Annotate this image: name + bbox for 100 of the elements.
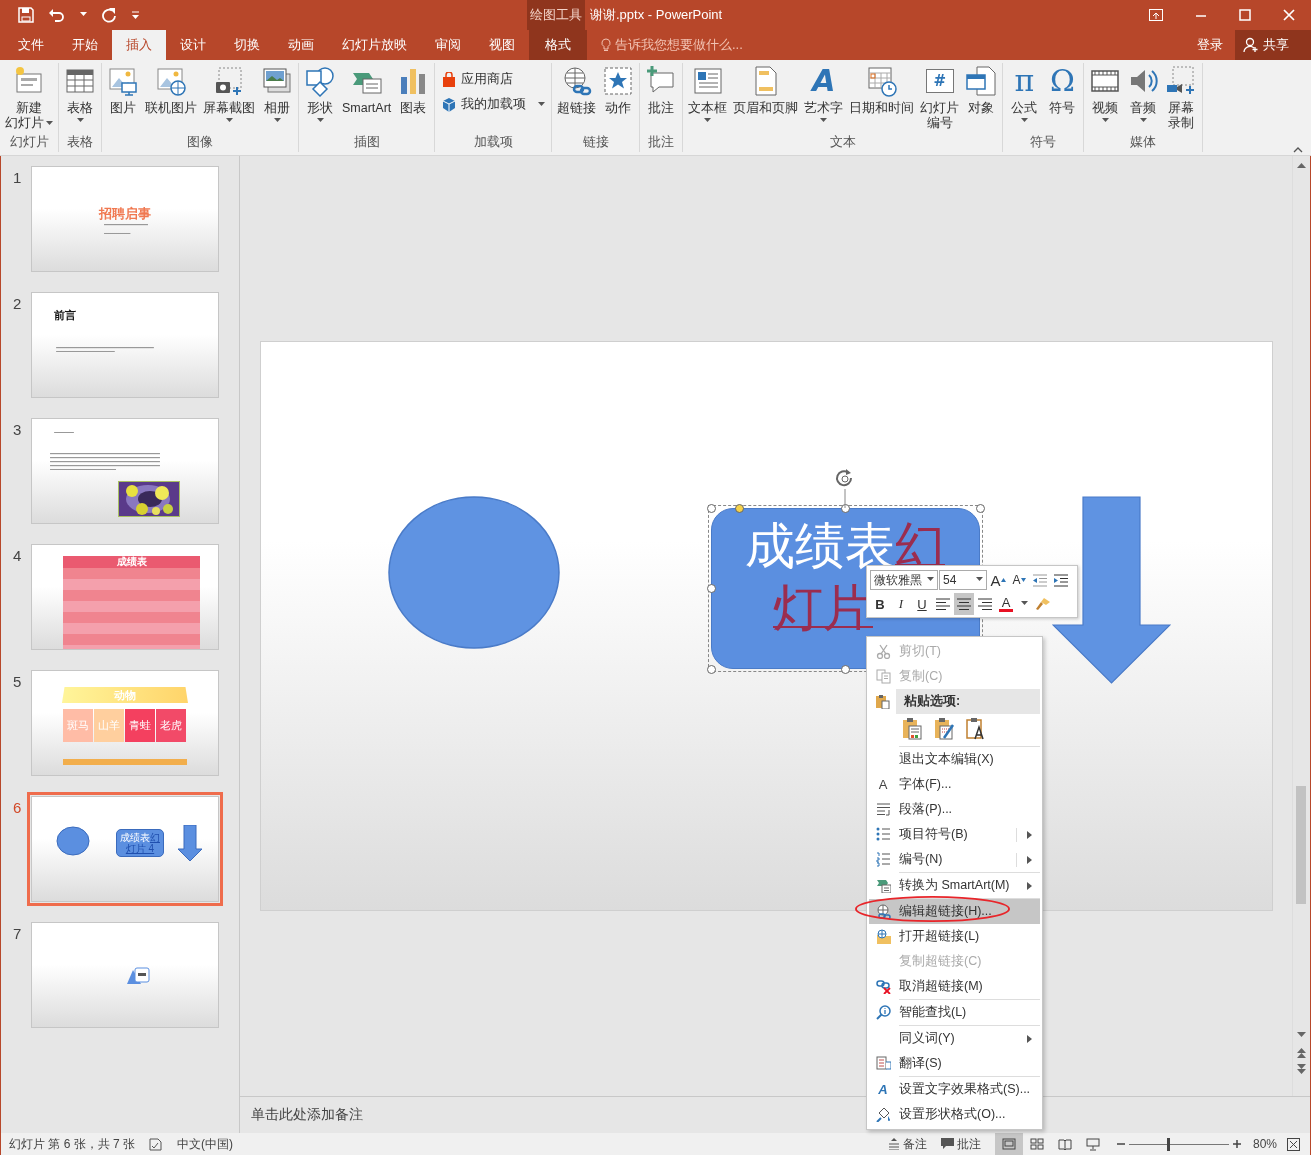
menu-item[interactable]: 项目符号(B): [869, 822, 1040, 847]
menu-item[interactable]: 打开超链接(L): [869, 924, 1040, 949]
scroll-down-icon[interactable]: [1297, 1032, 1306, 1038]
ribbon-button[interactable]: 相册: [258, 63, 296, 124]
adjust-handle[interactable]: [734, 504, 744, 513]
save-icon[interactable]: [18, 7, 34, 23]
language-indicator[interactable]: 中文(中国): [177, 1135, 234, 1153]
font-size-field[interactable]: 54: [939, 570, 987, 590]
text-box-icon: [691, 65, 724, 97]
paste-destination-icon[interactable]: [933, 717, 955, 740]
sign-in-link[interactable]: 登录: [1185, 30, 1235, 60]
close-icon[interactable]: [1283, 9, 1295, 21]
ribbon-tab[interactable]: 文件: [4, 30, 58, 60]
outdent-icon: [1032, 573, 1048, 587]
ribbon-button[interactable]: 屏幕截图: [200, 63, 258, 124]
share-button[interactable]: 共享: [1235, 30, 1311, 60]
ribbon-tab[interactable]: 幻灯片放映: [328, 30, 421, 60]
ribbon-button[interactable]: 表格: [61, 63, 99, 124]
previous-slide-icon[interactable]: [1297, 1048, 1306, 1058]
ribbon-button[interactable]: A 艺术字: [801, 63, 847, 124]
resize-handle[interactable]: [706, 665, 716, 674]
ribbon-display-icon[interactable]: [1149, 9, 1163, 21]
collapse-ribbon-icon[interactable]: [1293, 147, 1303, 153]
undo-icon[interactable]: [48, 7, 64, 23]
scroll-up-icon[interactable]: [1297, 162, 1306, 168]
ribbon-button[interactable]: 文本框: [685, 63, 731, 124]
notes-button[interactable]: 备注: [887, 1135, 927, 1153]
italic-button[interactable]: I: [891, 593, 911, 615]
ribbon-button[interactable]: 超链接: [554, 63, 600, 118]
resize-handle[interactable]: [975, 504, 985, 513]
ribbon-button[interactable]: 对象: [962, 63, 1001, 118]
next-slide-icon[interactable]: [1297, 1064, 1306, 1074]
menu-item[interactable]: 翻译(S): [869, 1051, 1040, 1076]
scrollbar-thumb[interactable]: [1296, 786, 1306, 904]
slide-number: 2: [12, 296, 23, 312]
paste-text-only-icon[interactable]: [965, 717, 987, 740]
fit-to-window-icon[interactable]: [1287, 1137, 1300, 1151]
menu-item[interactable]: 退出文本编辑(X): [869, 747, 1040, 772]
menu-item[interactable]: 编号(N): [869, 847, 1040, 872]
align-center-button[interactable]: [954, 593, 974, 615]
menu-section-header: 粘贴选项:: [896, 689, 1040, 714]
paste-keep-format-icon[interactable]: [901, 717, 923, 740]
ribbon-tab[interactable]: 视图: [475, 30, 529, 60]
ribbon-tab[interactable]: 审阅: [421, 30, 475, 60]
redo-icon[interactable]: [101, 7, 117, 23]
shape-drawing: [127, 966, 151, 986]
ribbon-button[interactable]: 批注: [642, 63, 681, 118]
maximize-icon[interactable]: [1239, 9, 1251, 21]
zoom-level[interactable]: 80%: [1252, 1137, 1277, 1151]
ribbon-tab[interactable]: 切换: [220, 30, 274, 60]
ribbon-button[interactable]: 应用商店: [441, 71, 546, 88]
ribbon-button[interactable]: 动作: [599, 63, 638, 118]
resize-handle[interactable]: [840, 504, 850, 513]
ribbon-button[interactable]: 我的加载项: [441, 96, 546, 113]
menu-item[interactable]: A 字体(F)...: [869, 772, 1040, 797]
ribbon-button[interactable]: 图片: [104, 63, 142, 118]
resize-handle[interactable]: [706, 504, 716, 513]
ribbon-button[interactable]: 视频: [1086, 63, 1125, 124]
zoom-out-icon[interactable]: [1116, 1140, 1125, 1148]
font-field[interactable]: 微软雅黑: [870, 570, 938, 590]
menu-item[interactable]: 段落(P)...: [869, 797, 1040, 822]
ribbon-button[interactable]: Ω 符号: [1043, 63, 1082, 118]
zoom-slider-thumb[interactable]: [1167, 1137, 1171, 1151]
customize-icon[interactable]: [131, 11, 140, 19]
ribbon-button[interactable]: 页眉和页脚: [730, 63, 802, 118]
ribbon-button[interactable]: 屏幕 录制: [1162, 63, 1201, 133]
ribbon-button[interactable]: SmartArt: [339, 63, 395, 118]
comments-button[interactable]: 批注: [940, 1135, 981, 1153]
grow-font-button[interactable]: A: [988, 569, 1008, 591]
ribbon-button[interactable]: # 幻灯片 编号: [917, 63, 963, 133]
spelling-check-icon[interactable]: [149, 1137, 164, 1151]
ribbon-button[interactable]: 联机图片: [142, 63, 200, 118]
zoom-in-icon[interactable]: [1232, 1140, 1241, 1148]
menu-item[interactable]: 取消超链接(M): [869, 974, 1040, 999]
shrink-font-button[interactable]: A: [1009, 569, 1029, 591]
menu-item[interactable]: 同义词(Y): [869, 1026, 1040, 1051]
menu-item[interactable]: 转换为 SmartArt(M): [869, 873, 1040, 898]
font-color-button[interactable]: A: [996, 593, 1028, 615]
ribbon-button[interactable]: 日期和时间: [846, 63, 918, 118]
ribbon-tab[interactable]: 格式: [529, 30, 587, 60]
menu-item[interactable]: 设置形状格式(O)...: [869, 1102, 1040, 1127]
ribbon-tab[interactable]: 开始: [58, 30, 112, 60]
ribbon-button[interactable]: 形状: [301, 63, 339, 124]
window-title: 谢谢.pptx - PowerPoint: [589, 6, 724, 24]
ribbon-button[interactable]: 图表: [394, 63, 433, 118]
underline-button[interactable]: U: [912, 593, 932, 615]
resize-handle[interactable]: [840, 665, 850, 674]
ribbon-tab[interactable]: 设计: [166, 30, 220, 60]
ribbon-button[interactable]: π 公式: [1005, 63, 1044, 124]
resize-handle[interactable]: [706, 584, 716, 593]
ribbon-button[interactable]: 音频: [1124, 63, 1163, 124]
menu-item[interactable]: 编辑超链接(H)...: [869, 899, 1040, 924]
align-left-icon: [935, 597, 951, 611]
view-button[interactable]: [994, 1133, 1023, 1155]
bold-button[interactable]: B: [870, 593, 890, 615]
ribbon-tab[interactable]: 插入: [112, 30, 166, 60]
menu-item[interactable]: 智能查找(L): [869, 1000, 1040, 1025]
slide-number: 3: [12, 422, 23, 438]
ribbon-tab[interactable]: 动画: [274, 30, 328, 60]
ribbon-button[interactable]: 新建 幻灯片: [2, 63, 56, 133]
